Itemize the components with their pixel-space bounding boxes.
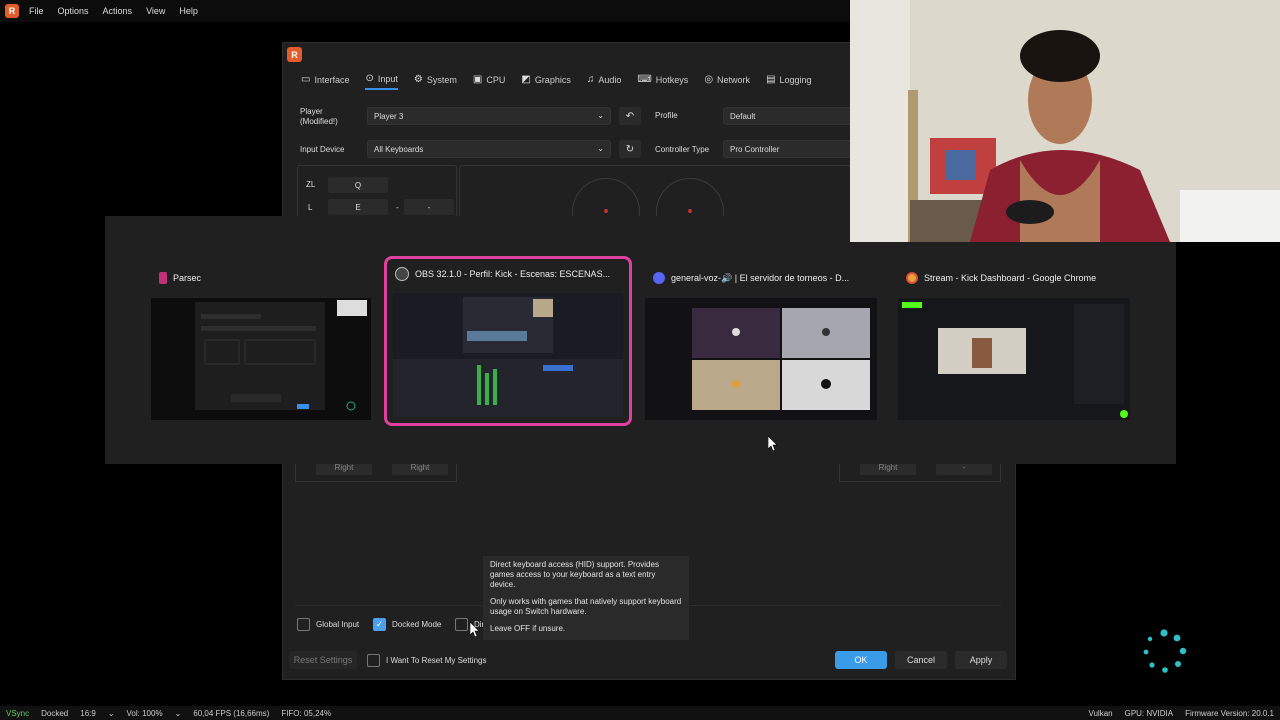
- menubar: R File Options Actions View Help: [0, 0, 850, 22]
- menu-options[interactable]: Options: [58, 6, 89, 16]
- reset-confirm-checkbox[interactable]: I Want To Reset My Settings: [367, 654, 486, 667]
- checkbox-box: [297, 618, 310, 631]
- window-card-parsec[interactable]: Parsec: [151, 264, 371, 420]
- profile-select[interactable]: Default: [723, 107, 853, 125]
- input-device-label: Input Device: [300, 145, 345, 154]
- fps-status: 60,04 FPS (16,66ms): [193, 708, 270, 718]
- undo-icon: ↶: [625, 110, 635, 122]
- window-thumbnail: [898, 298, 1130, 420]
- ok-button[interactable]: OK: [835, 651, 887, 669]
- window-card-obs[interactable]: OBS 32.1.0 - Perfil: Kick - Escenas: ESC…: [384, 256, 632, 426]
- parsec-thumbnail-image: [151, 298, 371, 420]
- left-stick-dot: [604, 209, 608, 213]
- player-select[interactable]: Player 3 ⌄: [367, 107, 611, 125]
- apply-button[interactable]: Apply: [955, 651, 1007, 669]
- discord-icon: [653, 272, 665, 284]
- profile-label: Profile: [655, 111, 678, 120]
- webcam-image: [850, 0, 1280, 242]
- tab-logging[interactable]: ▤ Logging: [766, 73, 812, 90]
- webcam-overlay: [850, 0, 1280, 242]
- keyboard-icon: ⌨: [637, 74, 652, 85]
- window-thumbnail: [645, 298, 877, 420]
- tab-hotkeys[interactable]: ⌨ Hotkeys: [637, 73, 688, 90]
- tab-network[interactable]: ◎ Network: [704, 73, 750, 90]
- checkmark-icon: ✓: [373, 618, 386, 631]
- refresh-player-button[interactable]: ↶: [619, 107, 641, 125]
- firmware-status: Firmware Version: 20.0.1: [1185, 708, 1274, 718]
- obs-thumbnail-image: [393, 293, 623, 417]
- aspect-ratio-status[interactable]: 16:9: [80, 709, 96, 718]
- mouse-cursor-icon: [768, 436, 778, 452]
- discord-thumbnail-image: [645, 298, 877, 420]
- backend-status: Vulkan: [1088, 708, 1113, 718]
- dash-label: -: [396, 203, 399, 212]
- zl-key-button[interactable]: Q: [328, 177, 388, 193]
- menu-help[interactable]: Help: [179, 6, 198, 16]
- l-label: L: [308, 203, 313, 212]
- tab-input[interactable]: ⊙ Input: [365, 73, 398, 90]
- reset-settings-button[interactable]: Reset Settings: [289, 651, 357, 669]
- global-input-checkbox[interactable]: Global Input: [297, 618, 359, 631]
- fifo-status: FIFO: 05,24%: [281, 708, 332, 718]
- tab-graphics[interactable]: ◩ Graphics: [521, 73, 570, 90]
- player-label: Player (Modified!): [300, 107, 338, 126]
- tab-cpu[interactable]: ▣ CPU: [473, 73, 505, 90]
- tab-audio[interactable]: ♫ Audio: [587, 73, 622, 90]
- l-key-button[interactable]: E: [328, 199, 388, 215]
- docked-mode-checkbox[interactable]: ✓ Docked Mode: [373, 618, 441, 631]
- chevron-down-icon[interactable]: ⌄: [108, 709, 115, 718]
- menu-actions[interactable]: Actions: [103, 6, 133, 16]
- zl-label: ZL: [306, 180, 316, 189]
- status-bar: VSync Docked 16:9 ⌄ Vol: 100% ⌄ 60,04 FP…: [0, 706, 1280, 720]
- gpu-status: GPU: NVIDIA: [1124, 708, 1174, 718]
- settings-tabs: ▭ Interface ⊙ Input ⚙ System ▣ CPU ◩ Graphics…: [301, 73, 828, 90]
- dialog-logo-icon: R: [287, 47, 302, 62]
- menu-view[interactable]: View: [146, 6, 165, 16]
- document-icon: ▤: [766, 74, 776, 85]
- window-thumbnail: [393, 293, 623, 417]
- kick-dashboard-thumbnail-image: [898, 298, 1130, 420]
- checkbox-box: [455, 618, 468, 631]
- right-stick-dot: [688, 209, 692, 213]
- chevron-down-icon: ⌄: [597, 144, 604, 153]
- controller-type-label: Controller Type: [655, 145, 710, 154]
- loading-spinner-icon: [1143, 629, 1187, 673]
- window-thumbnail: [151, 298, 371, 420]
- mouse-cursor-icon-2: [470, 622, 480, 638]
- direct-keyboard-tooltip: Direct keyboard access (HID) support. Pr…: [483, 556, 689, 640]
- controller-type-select[interactable]: Pro Controller: [723, 140, 853, 158]
- globe-icon: ◎: [704, 74, 714, 85]
- docked-status[interactable]: Docked: [41, 709, 68, 718]
- gamepad-icon: ⊙: [365, 73, 374, 84]
- minus-key-button[interactable]: -: [404, 199, 454, 215]
- tab-interface[interactable]: ▭ Interface: [301, 73, 349, 90]
- window-card-discord[interactable]: general-voz-🔊 | El servidor de torneos -…: [645, 264, 877, 420]
- window-card-chrome[interactable]: Stream - Kick Dashboard - Google Chrome: [898, 264, 1130, 420]
- music-icon: ♫: [586, 74, 595, 85]
- refresh-icon: ↻: [625, 143, 635, 155]
- menu-file[interactable]: File: [29, 6, 44, 16]
- checkbox-box: [367, 654, 380, 667]
- vsync-toggle[interactable]: VSync: [6, 709, 29, 718]
- tab-system[interactable]: ⚙ System: [414, 73, 457, 90]
- parsec-icon: [159, 272, 167, 284]
- chrome-icon: [906, 272, 918, 284]
- volume-status[interactable]: Vol: 100%: [127, 709, 163, 718]
- gear-icon: ⚙: [413, 74, 423, 85]
- chevron-down-icon[interactable]: ⌄: [175, 709, 182, 718]
- window-switcher: Parsec OBS 32.1.0 - Perfil: Kick - Escen…: [105, 216, 1176, 464]
- chevron-down-icon: ⌄: [597, 111, 604, 120]
- image-icon: ◩: [521, 74, 531, 85]
- cancel-button[interactable]: Cancel: [895, 651, 947, 669]
- refresh-devices-button[interactable]: ↻: [619, 140, 641, 158]
- monitor-icon: ▭: [301, 74, 311, 85]
- obs-icon: [395, 267, 409, 281]
- cpu-icon: ▣: [472, 74, 483, 85]
- input-device-select[interactable]: All Keyboards ⌄: [367, 140, 611, 158]
- app-logo-icon: R: [5, 4, 19, 18]
